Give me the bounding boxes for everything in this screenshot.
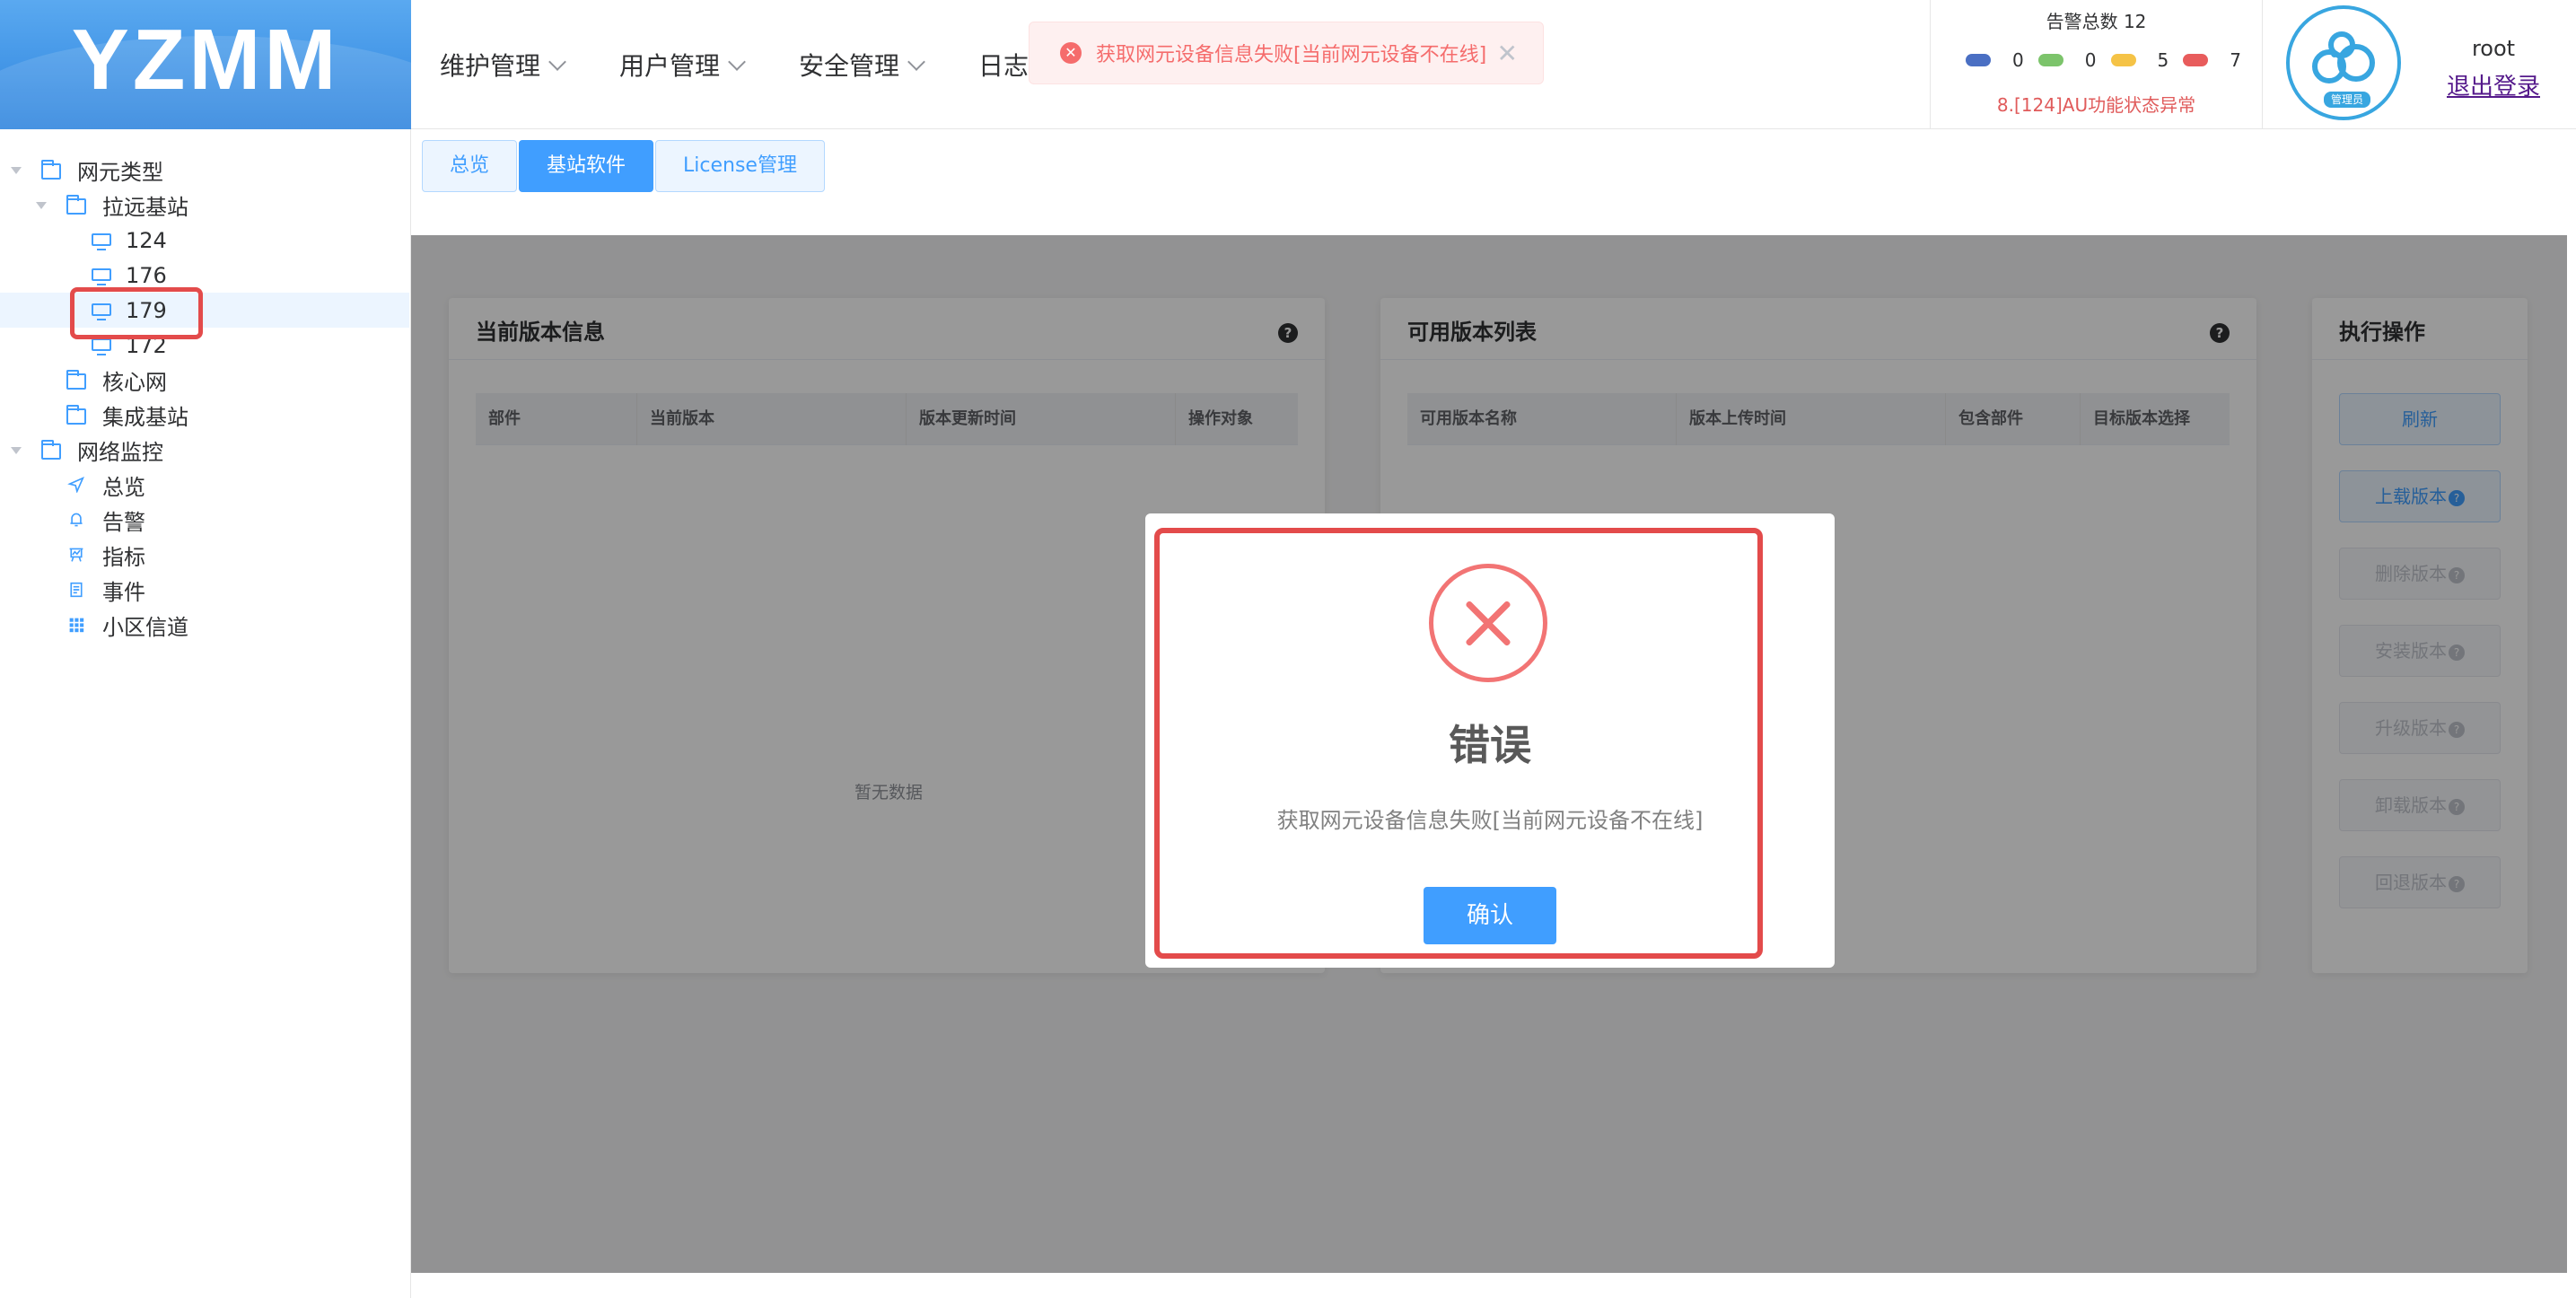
grid-icon: [69, 618, 84, 633]
tree-label: 集成基站: [102, 405, 188, 430]
selection-highlight: [70, 287, 203, 339]
alarm-count: 5: [2157, 49, 2169, 71]
document-icon: [70, 582, 83, 598]
tab-overview[interactable]: 总览: [422, 140, 518, 192]
tab-bs-software[interactable]: 基站软件: [519, 140, 654, 192]
username: root: [2471, 36, 2516, 61]
tree-node-core[interactable]: 核心网: [0, 363, 409, 398]
monitor-icon: [92, 233, 111, 250]
footer-strip: [411, 1273, 2576, 1298]
logo: YZMM: [0, 0, 411, 129]
tree-node-metrics[interactable]: 指标: [0, 538, 409, 573]
major-alarm-pill: [2037, 54, 2063, 66]
chart-board-icon: [69, 548, 83, 562]
tree-label: 网元类型: [77, 160, 163, 185]
alarm-total: 告警总数 12: [2046, 11, 2147, 32]
folder-open-icon: [41, 440, 61, 460]
folder-icon: [66, 195, 86, 215]
error-toast: ✕ 获取网元设备信息失败[当前网元设备不在线] ✕: [1029, 22, 1544, 84]
close-icon[interactable]: ✕: [1497, 39, 1518, 68]
header: YZMM 维护管理 用户管理 安全管理 日志管 动 ✕ 获取网元设备信息失败[当…: [0, 0, 2576, 129]
dialog-message: 获取网元设备信息失败[当前网元设备不在线]: [1276, 808, 1704, 833]
confirm-button[interactable]: 确认: [1424, 887, 1556, 944]
tab-bar: 总览 基站软件 License管理: [422, 140, 827, 192]
dialog-title: 错误: [1449, 721, 1531, 769]
tree-node-integrated-bs[interactable]: 集成基站: [0, 398, 409, 433]
alarm-counts: 0 0 5 7: [1931, 49, 2262, 71]
tree-node-cell-channel[interactable]: 小区信道: [0, 608, 409, 643]
nav-user-management[interactable]: 用户管理: [619, 47, 746, 83]
tree-label: 网络监控: [77, 440, 163, 465]
caret-down-icon[interactable]: [36, 202, 47, 209]
tree-node-alarm[interactable]: 告警: [0, 503, 409, 538]
logo-text: YZMM: [71, 12, 340, 108]
folder-open-icon: [41, 160, 61, 180]
tree-label: 总览: [102, 475, 145, 500]
tab-license[interactable]: License管理: [655, 140, 825, 192]
toast-message: 获取网元设备信息失败[当前网元设备不在线]: [1096, 44, 1487, 66]
send-icon: [67, 477, 84, 493]
caret-down-icon[interactable]: [11, 167, 22, 174]
alarm-count: 7: [2230, 49, 2241, 71]
alarm-count: 0: [2084, 49, 2097, 71]
tree-label: 核心网: [102, 370, 167, 395]
tree-label: 拉远基站: [102, 195, 188, 220]
tree-label: 176: [126, 262, 167, 288]
tree-node-network-monitor[interactable]: 网络监控: [0, 433, 409, 468]
alarm-latest-message[interactable]: 8.[124]AU功能状态异常: [1931, 91, 2262, 117]
nav-label: 维护管理: [440, 51, 541, 81]
tree-label: 小区信道: [102, 615, 188, 640]
tree-node-overview[interactable]: 总览: [0, 468, 409, 503]
avatar: 管理员: [2286, 5, 2401, 120]
bell-icon: [70, 513, 83, 527]
nav-maintenance[interactable]: 维护管理: [440, 47, 566, 83]
error-dialog: 错误 获取网元设备信息失败[当前网元设备不在线] 确认: [1145, 513, 1835, 968]
tree-node-events[interactable]: 事件: [0, 573, 409, 608]
folder-icon: [66, 405, 86, 425]
tree-label: 告警: [102, 510, 145, 535]
tree-label: 124: [126, 227, 167, 253]
alarm-summary[interactable]: 告警总数 12 0 0 5 7 8.[124]AU功能状态异常: [1930, 0, 2262, 129]
folder-icon: [66, 370, 86, 390]
minor-alarm-pill: [2110, 54, 2136, 66]
nav-label: 安全管理: [799, 51, 900, 81]
nav-label: 用户管理: [619, 51, 721, 81]
user-panel: 管理员 root 退出登录: [2262, 0, 2576, 129]
tree-node-124[interactable]: 124: [0, 223, 409, 258]
chevron-down-icon: [728, 53, 746, 71]
tree-label: 事件: [102, 580, 145, 605]
tree-node-179[interactable]: 179: [0, 293, 409, 328]
scrollbar[interactable]: [2567, 129, 2576, 1298]
tree-label: 指标: [102, 545, 145, 570]
cloud-logo-icon: [2312, 31, 2375, 83]
tree-node-176[interactable]: 176: [0, 258, 409, 293]
tree-node-remote-bs[interactable]: 拉远基站: [0, 188, 409, 223]
monitor-icon: [92, 338, 111, 355]
nav-security[interactable]: 安全管理: [799, 47, 925, 83]
chevron-down-icon: [907, 53, 925, 71]
alarm-count: 0: [2012, 49, 2024, 71]
monitor-icon: [92, 268, 111, 285]
tree-node-172[interactable]: 172: [0, 328, 409, 363]
chevron-down-icon: [548, 53, 566, 71]
caret-down-icon[interactable]: [11, 447, 22, 454]
sidebar-tree: 网元类型 拉远基站 124 176 179 172 核心网 集成基站 网络监控 …: [0, 129, 411, 1298]
warning-alarm-pill: [2183, 54, 2209, 66]
error-circle-icon: ✕: [1060, 42, 1082, 64]
tree-node-ne-type[interactable]: 网元类型: [0, 153, 409, 188]
critical-alarm-pill: [1966, 54, 1992, 66]
role-badge: 管理员: [2324, 92, 2370, 108]
error-x-icon: [1429, 564, 1547, 682]
logout-link[interactable]: 退出登录: [2435, 68, 2552, 101]
